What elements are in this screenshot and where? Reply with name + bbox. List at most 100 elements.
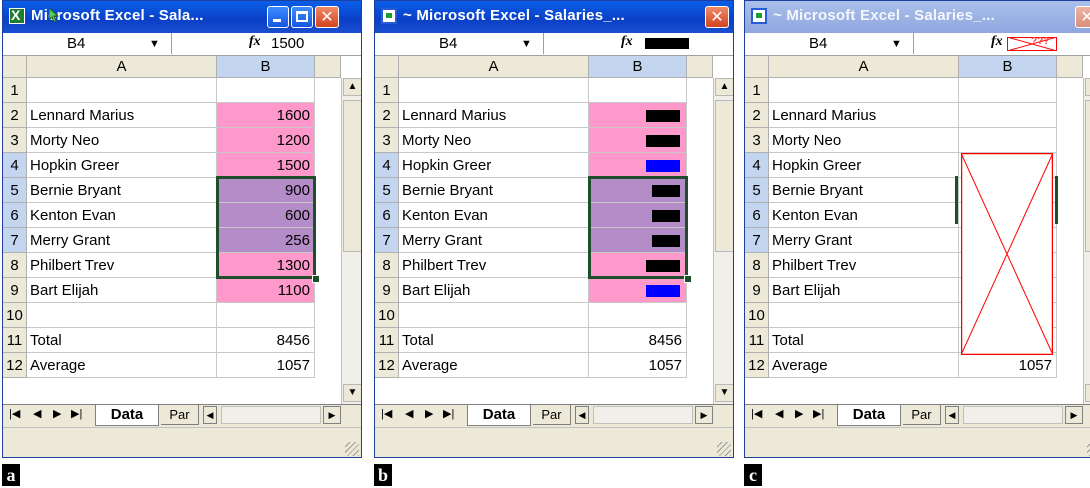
maximize-button[interactable] <box>291 6 313 28</box>
title-bar[interactable]: ~ Microsoft Excel - Salaries_... ✕ <box>375 1 733 33</box>
name-cell[interactable]: Bernie Bryant <box>769 178 959 203</box>
value-cell[interactable]: 1200 <box>217 128 315 153</box>
scroll-up-button[interactable]: ▲ <box>343 78 361 96</box>
name-cell[interactable]: Lennard Marius <box>27 103 217 128</box>
resize-grip-icon[interactable] <box>717 442 731 456</box>
row-header[interactable]: 11 <box>3 328 27 353</box>
select-all-corner[interactable] <box>745 56 769 78</box>
name-cell[interactable]: Kenton Evan <box>769 203 959 228</box>
last-sheet-icon[interactable]: ▶| <box>813 407 824 420</box>
name-cell[interactable]: Bart Elijah <box>769 278 959 303</box>
row-header[interactable]: 8 <box>375 253 399 278</box>
value-cell[interactable]: 600 <box>217 203 315 228</box>
scroll-down-button[interactable]: ▼ <box>343 384 361 402</box>
row-header[interactable]: 10 <box>3 303 27 328</box>
value-cell[interactable]: 1057 <box>589 353 687 378</box>
chevron-down-icon[interactable]: ▼ <box>891 38 902 50</box>
name-cell[interactable]: Philbert Trev <box>27 253 217 278</box>
value-cell[interactable] <box>959 78 1057 103</box>
row-header[interactable]: 2 <box>3 103 27 128</box>
resize-grip-icon[interactable] <box>345 442 359 456</box>
name-cell[interactable]: Merry Grant <box>769 228 959 253</box>
formula-input[interactable]: 1500 <box>271 35 304 52</box>
column-header-c[interactable] <box>1057 56 1083 78</box>
name-cell[interactable]: Total <box>769 328 959 353</box>
value-cell[interactable] <box>959 128 1057 153</box>
next-sheet-icon[interactable]: ▶ <box>795 407 803 420</box>
name-cell[interactable]: Kenton Evan <box>27 203 217 228</box>
row-header[interactable]: 3 <box>3 128 27 153</box>
name-cell[interactable]: Lennard Marius <box>399 103 589 128</box>
tab-data[interactable]: Data <box>467 405 531 426</box>
name-cell[interactable]: Lennard Marius <box>769 103 959 128</box>
name-cell[interactable]: Morty Neo <box>769 128 959 153</box>
fill-handle[interactable] <box>312 275 320 283</box>
scroll-down-button[interactable]: ▼ <box>1085 384 1090 402</box>
name-cell[interactable]: Philbert Trev <box>769 253 959 278</box>
name-cell[interactable]: Morty Neo <box>399 128 589 153</box>
close-button[interactable]: ✕ <box>315 6 339 28</box>
column-header-b[interactable]: B <box>589 56 687 78</box>
first-sheet-icon[interactable]: |◀ <box>381 407 392 420</box>
value-cell[interactable]: 900 <box>217 178 315 203</box>
chevron-down-icon[interactable]: ▼ <box>149 38 160 50</box>
scroll-thumb[interactable] <box>715 100 733 252</box>
formula-input[interactable] <box>645 38 689 49</box>
scroll-up-button[interactable]: ▲ <box>715 78 733 96</box>
scroll-thumb[interactable] <box>1085 100 1090 252</box>
row-header[interactable]: 3 <box>375 128 399 153</box>
scroll-down-button[interactable]: ▼ <box>715 384 733 402</box>
column-header-c[interactable] <box>315 56 341 78</box>
value-cell[interactable]: 1100 <box>217 278 315 303</box>
value-cell[interactable] <box>589 153 687 178</box>
row-header[interactable]: 10 <box>375 303 399 328</box>
row-header[interactable]: 10 <box>745 303 769 328</box>
row-header[interactable]: 11 <box>745 328 769 353</box>
title-bar[interactable]: ~ Microsoft Excel - Salaries_... ✕ <box>745 1 1090 33</box>
row-header[interactable]: 4 <box>375 153 399 178</box>
row-header[interactable]: 7 <box>3 228 27 253</box>
value-cell[interactable] <box>589 203 687 228</box>
name-box[interactable]: B4 ▼ <box>3 33 172 54</box>
row-header[interactable]: 6 <box>745 203 769 228</box>
row-header[interactable]: 1 <box>3 78 27 103</box>
name-cell[interactable]: Bart Elijah <box>399 278 589 303</box>
formula-input[interactable]: ??? <box>1031 36 1049 47</box>
vertical-scrollbar[interactable]: ▲ ▼ <box>713 78 733 404</box>
name-cell[interactable] <box>769 78 959 103</box>
name-cell[interactable]: Average <box>769 353 959 378</box>
row-header[interactable]: 1 <box>745 78 769 103</box>
select-all-corner[interactable] <box>3 56 27 78</box>
first-sheet-icon[interactable]: |◀ <box>751 407 762 420</box>
column-header-a[interactable]: A <box>27 56 217 78</box>
name-cell[interactable]: Total <box>27 328 217 353</box>
next-sheet-icon[interactable]: ▶ <box>425 407 433 420</box>
row-header[interactable]: 5 <box>745 178 769 203</box>
column-header-b[interactable]: B <box>959 56 1057 78</box>
value-cell[interactable]: 1500 <box>217 153 315 178</box>
name-cell[interactable]: Average <box>399 353 589 378</box>
scroll-right-button[interactable]: ▶ <box>323 406 341 424</box>
first-sheet-icon[interactable]: |◀ <box>9 407 20 420</box>
name-cell[interactable] <box>27 78 217 103</box>
name-cell[interactable]: Bernie Bryant <box>27 178 217 203</box>
vertical-scrollbar[interactable]: ▲ ▼ <box>1083 78 1090 404</box>
value-cell[interactable]: 1057 <box>217 353 315 378</box>
title-bar[interactable]: Microsoft Excel - Sala... ✕ <box>3 1 361 33</box>
name-box[interactable]: B4 ▼ <box>745 33 914 54</box>
column-header-a[interactable]: A <box>769 56 959 78</box>
row-header[interactable]: 12 <box>375 353 399 378</box>
name-cell[interactable]: Hopkin Greer <box>27 153 217 178</box>
name-box[interactable]: B4 ▼ <box>375 33 544 54</box>
value-cell[interactable] <box>589 103 687 128</box>
row-header[interactable]: 2 <box>745 103 769 128</box>
select-all-corner[interactable] <box>375 56 399 78</box>
row-header[interactable]: 11 <box>375 328 399 353</box>
tab-par[interactable]: Par <box>533 405 571 425</box>
prev-sheet-icon[interactable]: ◀ <box>33 407 41 420</box>
value-cell[interactable]: 256 <box>217 228 315 253</box>
name-cell[interactable]: Average <box>27 353 217 378</box>
row-header[interactable]: 5 <box>3 178 27 203</box>
row-header[interactable]: 9 <box>745 278 769 303</box>
tab-par[interactable]: Par <box>161 405 199 425</box>
